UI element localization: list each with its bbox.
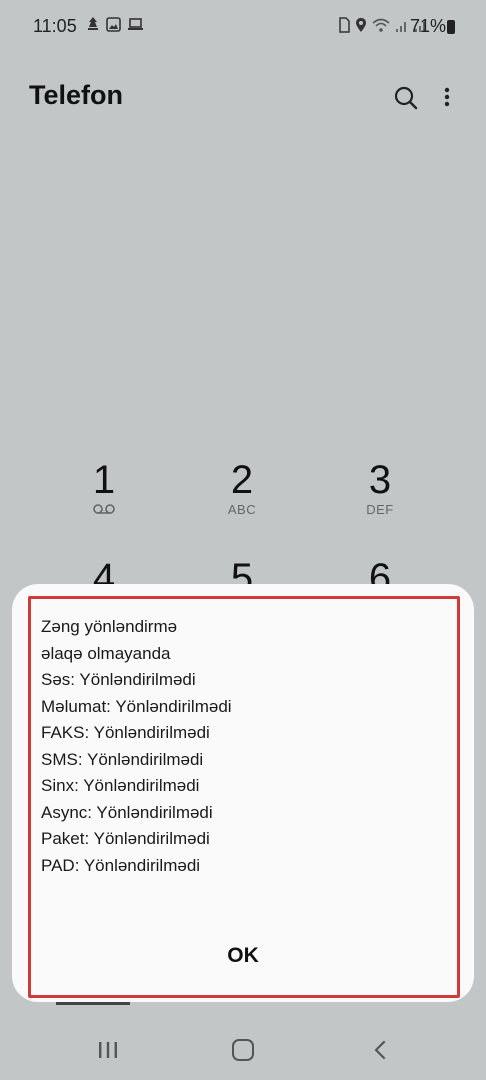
dialog-line: Sinx: Yönləndirilmədi xyxy=(41,776,200,795)
dialog-line: Səs: Yönləndirilmədi xyxy=(41,670,196,689)
home-icon[interactable] xyxy=(232,1039,254,1061)
dial-letters: DEF xyxy=(366,502,394,517)
location-icon xyxy=(355,17,367,36)
dial-key-2[interactable]: 2 ABC xyxy=(202,458,282,517)
dialog-line: PAD: Yönləndirilmədi xyxy=(41,855,201,875)
dialog-line: Zəng yönləndirmə xyxy=(41,617,178,636)
status-notification-icons xyxy=(86,16,144,35)
battery-icon xyxy=(447,20,455,34)
dialog-line: Async: Yönləndirilmədi xyxy=(41,802,213,822)
ok-button[interactable]: OK xyxy=(193,934,293,978)
recent-apps-icon[interactable] xyxy=(97,1040,119,1060)
gallery-icon xyxy=(106,16,121,35)
status-bar: 11:05 71% xyxy=(0,0,486,54)
dial-digit: 3 xyxy=(368,458,392,502)
search-icon[interactable] xyxy=(392,84,420,112)
wifi-icon xyxy=(372,18,390,36)
dialog-line: FAKS: Yönləndirilmədi xyxy=(41,723,210,742)
more-vertical-icon[interactable] xyxy=(437,84,457,112)
voicemail-icon xyxy=(64,502,144,516)
dialog-line: əlaqə olmayanda xyxy=(41,643,171,663)
dial-digit: 2 xyxy=(230,458,254,502)
dial-letters: ABC xyxy=(227,502,257,517)
dial-digit: 1 xyxy=(92,458,116,502)
dialog-line: Məlumat: Yönləndirilmədi xyxy=(41,696,232,716)
dial-key-1[interactable]: 1 xyxy=(64,458,144,516)
laptop-icon xyxy=(127,17,144,34)
status-time: 11:05 xyxy=(33,16,77,36)
sim-icon xyxy=(338,17,350,36)
dial-key-3[interactable]: 3 DEF xyxy=(340,458,420,517)
back-icon[interactable] xyxy=(372,1039,388,1061)
dialog-line: SMS: Yönləndirilmədi xyxy=(41,749,204,769)
app-notification-icon xyxy=(86,16,100,35)
dialog-line: Paket: Yönləndirilmədi xyxy=(41,829,210,848)
signal-icon-1 xyxy=(395,18,409,36)
tab-indicator xyxy=(56,1002,130,1005)
page-title: Telefon xyxy=(29,80,123,110)
battery-percentage: 71% xyxy=(409,16,446,36)
dialog-message: Zəng yönləndirmə əlaqə olmayanda Səs: Yö… xyxy=(41,614,232,879)
